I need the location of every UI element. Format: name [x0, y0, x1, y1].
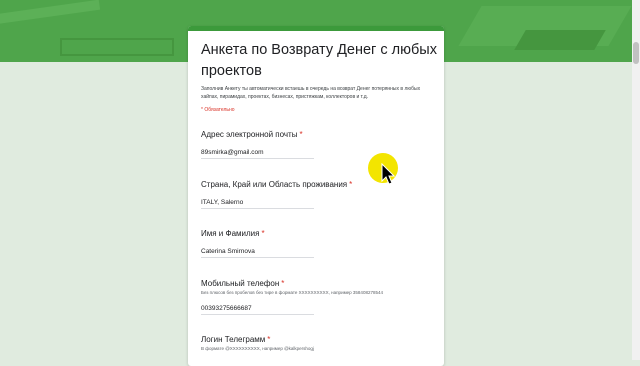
banner-decoration — [514, 30, 606, 50]
question-label-text: Логин Телеграмм — [201, 335, 266, 344]
required-asterisk: * — [267, 335, 271, 344]
question-email-label: Адрес электронной почты * — [201, 130, 303, 139]
question-label-text: Мобильный телефон — [201, 279, 280, 288]
required-asterisk: * — [281, 279, 285, 288]
mouse-pointer-icon — [381, 163, 395, 185]
email-input-underline — [201, 158, 314, 159]
phone-input-underline — [201, 314, 314, 315]
question-region-label: Страна, Край или Область проживания * — [201, 180, 352, 189]
question-phone-label: Мобильный телефон * — [201, 279, 284, 288]
form-card: Анкета по Возврату Денег с любых проекто… — [188, 26, 444, 366]
required-asterisk: * — [349, 180, 353, 189]
required-asterisk: * — [261, 229, 265, 238]
question-name-label: Имя и Фамилия * — [201, 229, 265, 238]
question-telegram-label: Логин Телеграмм * — [201, 335, 270, 344]
form-description: Заполнив Анкету ты автоматически встаешь… — [201, 86, 421, 100]
question-label-text: Страна, Край или Область проживания — [201, 180, 348, 189]
required-asterisk: * — [299, 130, 303, 139]
question-label-text: Имя и Фамилия — [201, 229, 260, 238]
question-label-text: Адрес электронной почты — [201, 130, 298, 139]
form-title: Анкета по Возврату Денег с любых проекто… — [201, 42, 437, 79]
page-scrollbar[interactable] — [632, 0, 640, 360]
phone-hint: Без плюсов без пробелов без тире в форма… — [201, 290, 383, 295]
scrollbar-thumb[interactable] — [633, 42, 639, 64]
form-accent-bar — [188, 26, 444, 31]
required-note: * Обязательно — [201, 107, 235, 113]
region-input-underline — [201, 208, 314, 209]
telegram-hint: В формате @XXXXXXXXXX, например @kalkper… — [201, 346, 314, 351]
region-input[interactable]: ITALY, Salerno — [201, 199, 243, 206]
banner-decoration — [60, 38, 174, 56]
name-input[interactable]: Caterina Smirnova — [201, 248, 255, 255]
banner-decoration — [0, 0, 101, 27]
email-input[interactable]: 89smirka@gmail.com — [201, 149, 264, 156]
name-input-underline — [201, 257, 314, 258]
phone-input[interactable]: 00393275666687 — [201, 305, 252, 312]
